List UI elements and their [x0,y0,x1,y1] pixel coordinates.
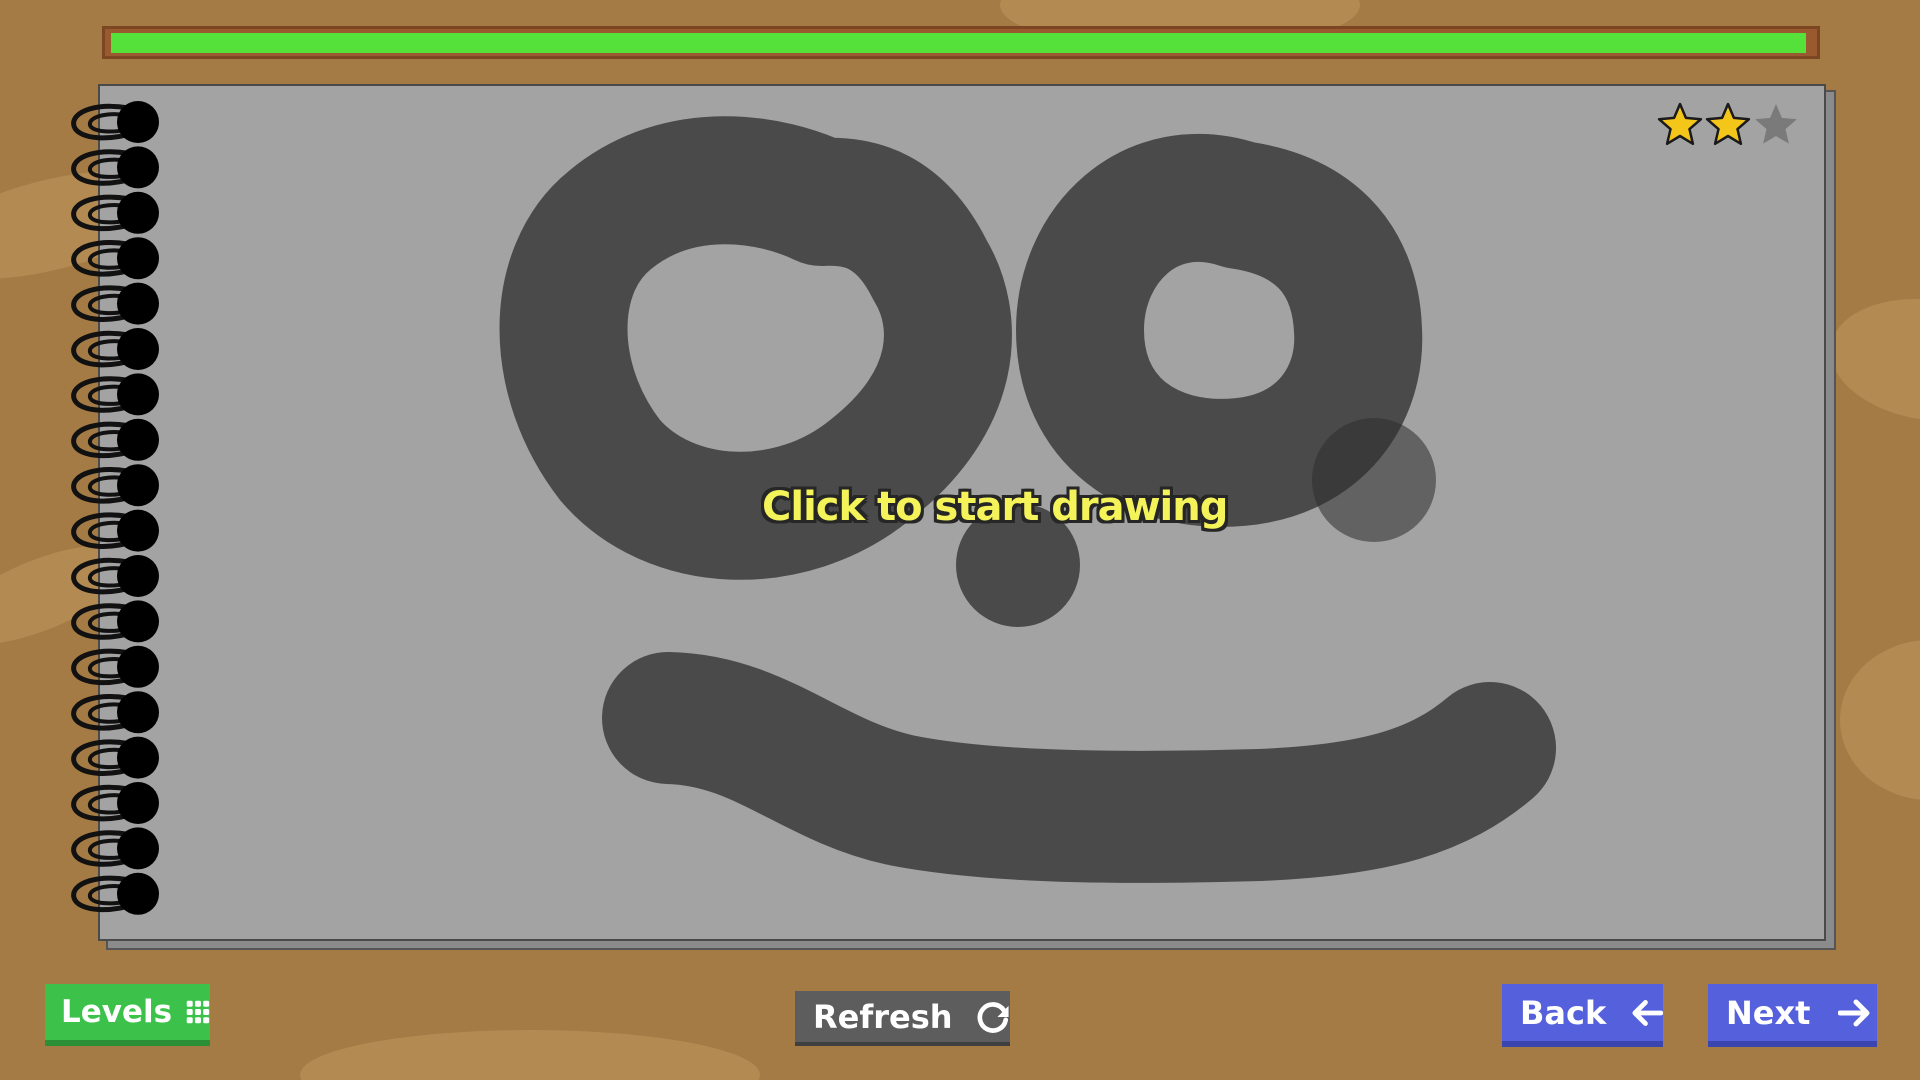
level-progress-fill [111,33,1806,53]
wood-grain [1840,640,1920,800]
star-icon-filled [1705,102,1751,146]
spiral-ring [71,282,159,325]
right-eye-stroke [1016,134,1423,527]
levels-button[interactable]: Levels [45,984,210,1046]
arrow-right-icon [1838,999,1870,1026]
refresh-button[interactable]: Refresh [795,991,1010,1046]
next-button-label: Next [1726,993,1811,1032]
grid-icon [186,1000,210,1024]
back-button[interactable]: Back [1502,984,1663,1047]
spiral-ring [71,782,159,824]
spiral-ring [71,736,159,779]
spiral-ring [71,146,159,189]
drawing-canvas[interactable] [98,84,1826,941]
spiral-ring [71,464,159,507]
spiral-ring [71,101,159,143]
spiral-ring [71,237,159,280]
nose-dot [956,503,1080,627]
spiral-ring [71,827,159,870]
spiral-ring [71,645,159,688]
left-eye-stroke [499,116,1012,580]
spiral-ring [71,373,159,416]
spiral-ring [71,691,159,734]
arrow-left-icon [1632,999,1663,1026]
level-progress-bar [102,26,1820,59]
spiral-ring [71,191,159,234]
spiral-ring [71,418,159,461]
spiral-ring [71,872,159,915]
spiral-ring [71,600,159,643]
refresh-button-label: Refresh [813,997,953,1036]
next-button[interactable]: Next [1708,984,1877,1047]
pen-cursor [1312,418,1436,542]
refresh-icon [977,1001,1009,1033]
spiral-ring [71,328,159,370]
star-icon-filled [1657,102,1703,146]
target-drawing [499,116,1556,883]
spiral-ring [71,509,159,552]
levels-button-label: Levels [61,994,173,1030]
wood-grain [300,1030,760,1080]
spiral-binding [71,101,159,915]
mouth-stroke [602,652,1556,883]
game-stage: Click to start drawing Levels Refresh Ba… [0,0,1920,1080]
wood-grain [1822,286,1920,434]
spiral-ring [71,555,159,597]
level-stars [1657,102,1797,146]
back-button-label: Back [1520,993,1607,1032]
star-icon-empty [1755,104,1797,144]
